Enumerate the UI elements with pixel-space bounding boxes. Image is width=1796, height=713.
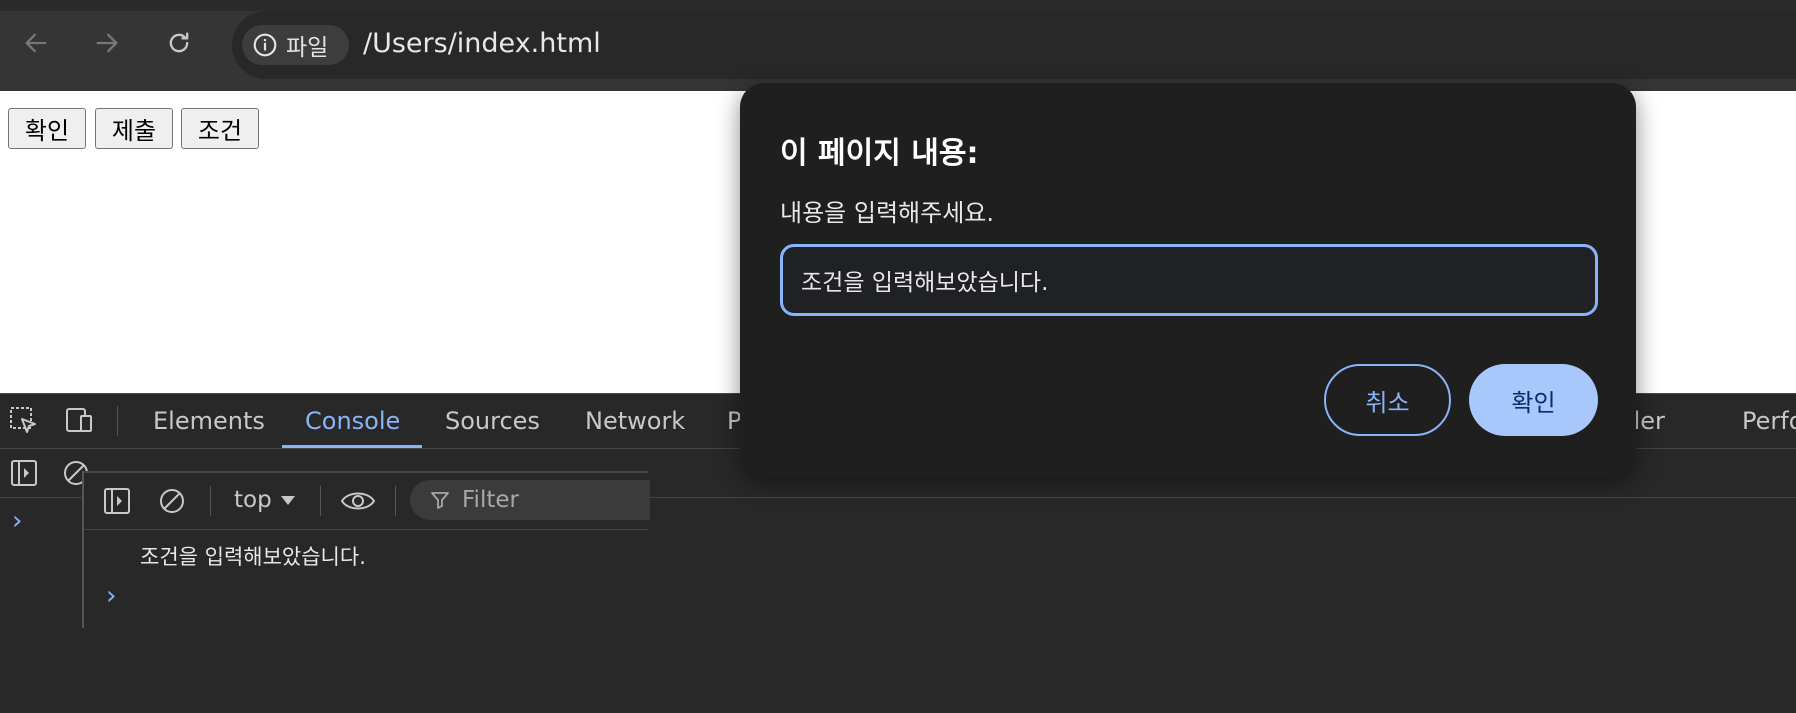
confirm-page-button[interactable]: 확인 <box>8 108 86 149</box>
back-button[interactable] <box>16 23 56 63</box>
address-bar[interactable]: 파일 /Users/index.html <box>232 11 1796 79</box>
filter-placeholder: Filter <box>462 487 519 513</box>
sidebar-toggle-icon[interactable] <box>8 457 40 489</box>
tab-console[interactable]: Console <box>305 407 400 435</box>
console-log-message: 조건을 입력해보았습니다. <box>140 545 366 569</box>
drawer-toolbar: top Filter <box>84 471 650 530</box>
forward-button[interactable] <box>87 23 127 63</box>
dialog-title: 이 페이지 내용: <box>780 136 979 171</box>
prompt-dialog: 이 페이지 내용: 내용을 입력해주세요. 취소 확인 <box>740 83 1636 476</box>
reload-icon <box>169 32 189 53</box>
context-label: top <box>234 487 272 513</box>
tab-sources[interactable]: Sources <box>445 407 540 435</box>
filter-icon <box>431 492 449 509</box>
console-drawer: top Filter 조건을 입력해보았습니다. › <box>82 471 650 628</box>
console-prompt-icon[interactable]: › <box>12 506 22 536</box>
tab-network[interactable]: Network <box>585 407 685 435</box>
submit-page-button[interactable]: 제출 <box>95 108 173 149</box>
condition-page-button[interactable]: 조건 <box>181 108 259 149</box>
site-info-chip[interactable]: 파일 <box>242 25 349 65</box>
console-filter-input[interactable]: Filter <box>410 480 650 520</box>
arrow-right-icon <box>96 33 118 53</box>
toolbar-divider <box>210 486 211 516</box>
sidebar-toggle-icon[interactable] <box>101 485 133 517</box>
tab-performance-insights-partial[interactable]: Perfo <box>1742 407 1796 435</box>
site-info-label: 파일 <box>286 35 329 61</box>
url-text[interactable]: /Users/index.html <box>363 28 601 59</box>
context-selector[interactable]: top <box>234 487 296 513</box>
device-toolbar-icon[interactable] <box>63 405 95 437</box>
dialog-message: 내용을 입력해주세요. <box>780 199 994 227</box>
console-prompt-icon[interactable]: › <box>106 581 116 611</box>
tab-strip <box>0 0 1796 11</box>
arrow-left-icon <box>25 33 47 53</box>
inspect-element-icon[interactable] <box>8 405 40 437</box>
toolbar-divider <box>320 486 321 516</box>
toolbar-divider <box>395 486 396 516</box>
cancel-button[interactable]: 취소 <box>1324 364 1451 436</box>
toolbar-divider <box>117 406 118 436</box>
eye-icon[interactable] <box>340 485 376 517</box>
prompt-input[interactable] <box>780 244 1598 316</box>
clear-console-icon[interactable] <box>156 485 188 517</box>
tab-elements[interactable]: Elements <box>153 407 265 435</box>
caret-down-icon <box>280 496 295 505</box>
browser-toolbar: 파일 /Users/index.html <box>0 0 1796 91</box>
ok-button[interactable]: 확인 <box>1469 364 1598 436</box>
active-tab-indicator <box>282 445 422 448</box>
reload-button[interactable] <box>159 23 199 63</box>
info-icon <box>253 33 277 57</box>
